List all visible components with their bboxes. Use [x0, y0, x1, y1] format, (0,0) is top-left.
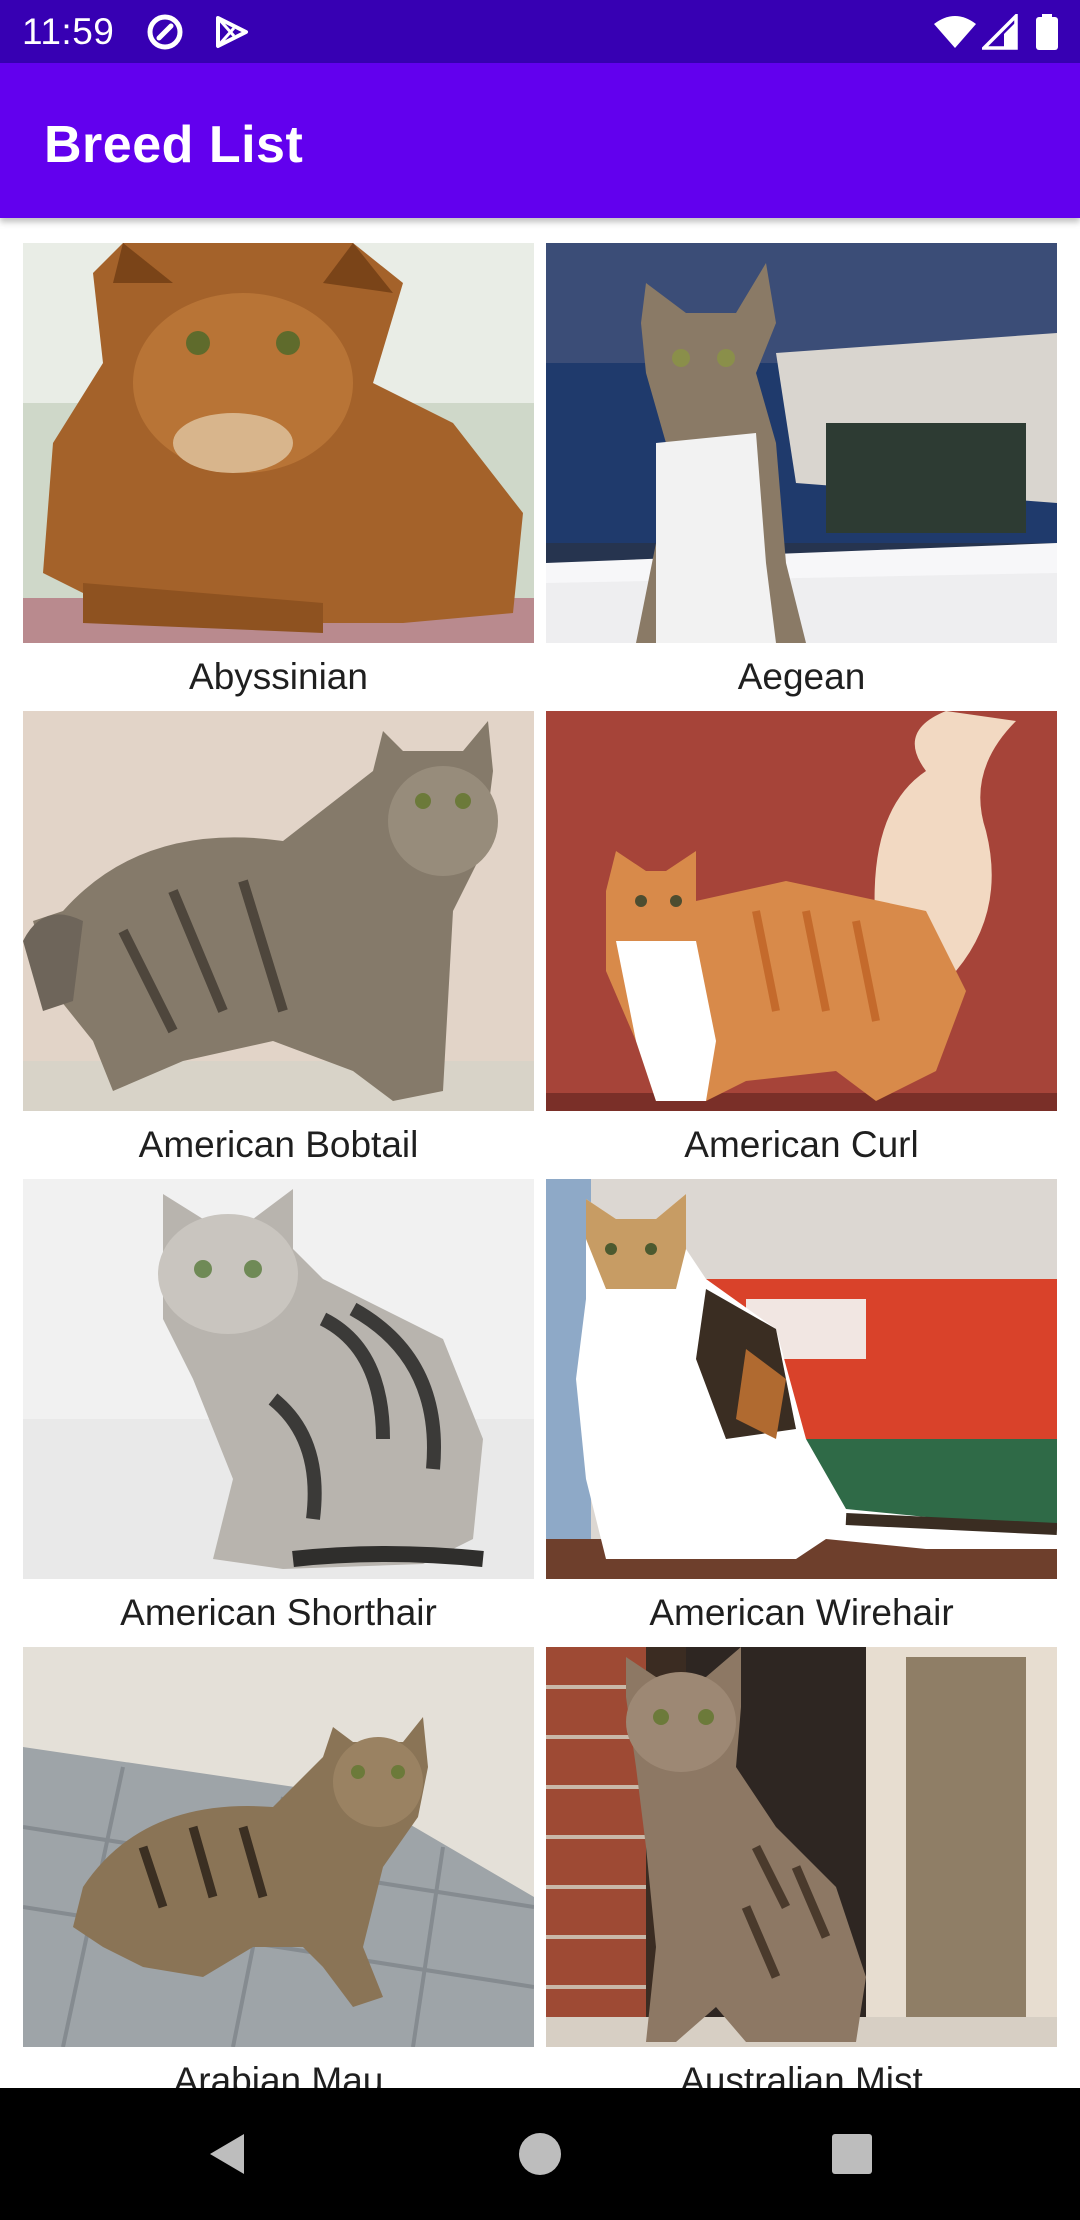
- breed-name: Australian Mist: [680, 2060, 923, 2088]
- breed-card-aegean[interactable]: Aegean: [546, 243, 1057, 703]
- recents-icon[interactable]: [828, 2130, 876, 2178]
- signal-icon: [982, 14, 1022, 50]
- breed-image: [546, 1647, 1057, 2047]
- breed-image: [546, 711, 1057, 1111]
- breed-card-american-bobtail[interactable]: American Bobtail: [23, 711, 534, 1171]
- app-bar: Breed List: [0, 63, 1080, 218]
- breed-card-american-wirehair[interactable]: American Wirehair: [546, 1179, 1057, 1639]
- home-icon[interactable]: [516, 2130, 564, 2178]
- breed-image: [23, 711, 534, 1111]
- breed-card-american-shorthair[interactable]: American Shorthair: [23, 1179, 534, 1639]
- breed-name: American Curl: [684, 1124, 919, 1165]
- breed-card-arabian-mau[interactable]: Arabian Mau: [23, 1647, 534, 2088]
- breed-name: Abyssinian: [189, 656, 368, 697]
- breed-image: [23, 1647, 534, 2047]
- breed-name: American Shorthair: [120, 1592, 437, 1633]
- breed-name: Arabian Mau: [173, 2060, 384, 2088]
- breed-image: [546, 243, 1057, 643]
- status-time: 11:59: [22, 11, 115, 52]
- page-title: Breed List: [44, 116, 304, 174]
- battery-icon: [1034, 14, 1074, 50]
- status-bar: 11:59: [0, 0, 1080, 63]
- breed-name: American Bobtail: [138, 1124, 419, 1165]
- breed-image: [546, 1179, 1057, 1579]
- breed-card-abyssinian[interactable]: Abyssinian: [23, 243, 534, 703]
- navigation-bar: [0, 2088, 1080, 2220]
- breed-grid[interactable]: Abyssinian Aegean American Bobtail Ameri…: [0, 218, 1080, 2088]
- wifi-icon: [932, 14, 976, 50]
- breed-card-american-curl[interactable]: American Curl: [546, 711, 1057, 1171]
- breed-image: [23, 243, 534, 643]
- breed-card-australian-mist[interactable]: Australian Mist: [546, 1647, 1057, 2088]
- play-store-icon: [212, 14, 252, 50]
- breed-image: [23, 1179, 534, 1579]
- at-sign-icon: [145, 14, 185, 50]
- back-icon[interactable]: [204, 2130, 252, 2178]
- breed-name: Aegean: [737, 656, 866, 697]
- breed-name: American Wirehair: [649, 1592, 954, 1633]
